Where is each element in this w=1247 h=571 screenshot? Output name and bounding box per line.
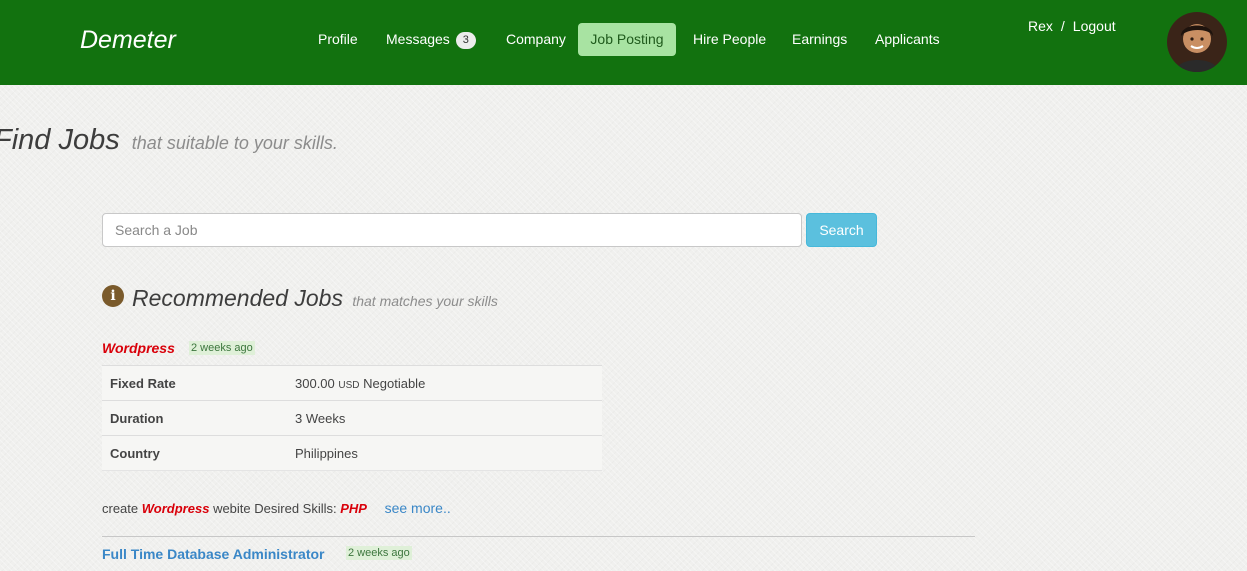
rate-note: Negotiable <box>363 375 426 391</box>
messages-count-badge: 3 <box>455 31 476 49</box>
logout-link[interactable]: Logout <box>1073 18 1116 34</box>
recommended-jobs-heading: Recommended Jobs that matches your skill… <box>132 285 498 312</box>
detail-label: Country <box>102 435 287 471</box>
nav-messages[interactable]: Messages 3 <box>372 23 490 56</box>
job-posted-badge: 2 weeks ago <box>189 341 255 355</box>
nav-job-posting[interactable]: Job Posting <box>578 23 676 56</box>
job-description: create Wordpress webite Desired Skills: … <box>102 500 451 516</box>
job-search-input[interactable] <box>102 213 802 247</box>
job-details-table: Fixed Rate 300.00 USD Negotiable Duratio… <box>102 365 602 471</box>
detail-label: Duration <box>102 400 287 436</box>
page-title-main: Find Jobs <box>0 124 120 156</box>
rate-amount: 300.00 <box>295 375 335 391</box>
job-divider <box>102 536 975 537</box>
detail-label: Fixed Rate <box>102 365 287 401</box>
nav-earnings[interactable]: Earnings <box>778 23 861 56</box>
top-navbar: Demeter Profile Messages 3 Company Job Po… <box>0 0 1247 85</box>
see-more-link[interactable]: see more.. <box>385 500 451 516</box>
desc-highlight: Wordpress <box>141 501 210 516</box>
detail-value: Philippines <box>287 435 602 471</box>
user-menu-separator: / <box>1060 18 1065 34</box>
job-title-link[interactable]: Full Time Database Administrator <box>102 546 325 562</box>
brand-logo[interactable]: Demeter <box>80 26 176 55</box>
nav-applicants[interactable]: Applicants <box>861 23 954 56</box>
page-title: Find Jobs that suitable to your skills. <box>0 124 338 157</box>
recommended-subtitle: that matches your skills <box>352 293 498 309</box>
username-link[interactable]: Rex <box>1028 18 1053 34</box>
recommended-title: Recommended Jobs <box>132 285 343 311</box>
search-button[interactable]: Search <box>806 213 877 247</box>
nav-profile[interactable]: Profile <box>304 23 372 56</box>
nav-messages-label: Messages <box>386 31 450 47</box>
desc-skill: PHP <box>340 501 367 516</box>
user-avatar-icon[interactable] <box>1167 12 1227 72</box>
user-menu: Rex / Logout <box>1028 18 1116 34</box>
job-title-link[interactable]: Wordpress <box>102 340 175 356</box>
rate-currency: USD <box>338 379 360 391</box>
nav-company[interactable]: Company <box>492 23 580 56</box>
nav-hire-people[interactable]: Hire People <box>679 23 780 56</box>
table-row: Country Philippines <box>102 435 602 471</box>
table-row: Duration 3 Weeks <box>102 400 602 436</box>
desc-prefix: create <box>102 501 139 516</box>
desc-middle: webite Desired Skills: <box>213 501 337 516</box>
detail-value: 300.00 USD Negotiable <box>287 365 602 401</box>
info-icon: i <box>102 285 124 307</box>
table-row: Fixed Rate 300.00 USD Negotiable <box>102 365 602 401</box>
page-subtitle: that suitable to your skills. <box>131 133 338 153</box>
job-posted-badge: 2 weeks ago <box>346 546 412 560</box>
detail-value: 3 Weeks <box>287 400 602 436</box>
